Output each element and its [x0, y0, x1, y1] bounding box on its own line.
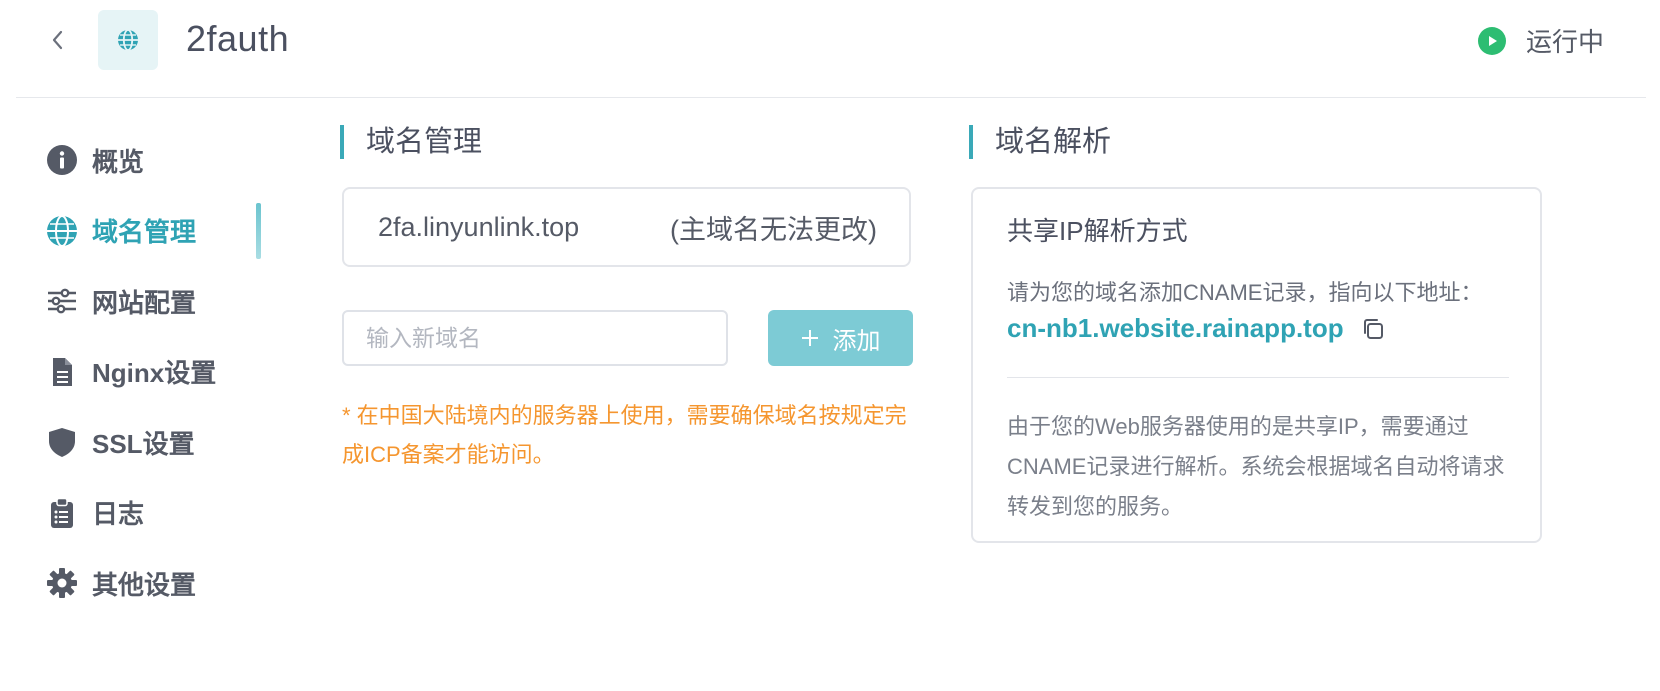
cname-row: cn-nb1.website.rainapp.top — [1007, 313, 1386, 344]
icp-warning: * 在中国大陆境内的服务器上使用，需要确保域名按规定完成ICP备案才能访问。 — [342, 403, 907, 467]
play-circle-icon — [1477, 26, 1506, 55]
primary-domain-card: 2fa.linyunlink.top (主域名无法更改) — [342, 187, 911, 267]
dns-card-title: 共享IP解析方式 — [1007, 216, 1188, 246]
add-button-label: 添加 — [832, 327, 881, 355]
sidebar-item-label: 域名管理 — [92, 217, 197, 247]
domain-management-title: 域名管理 — [340, 125, 482, 159]
primary-domain: 2fa.linyunlink.top — [378, 211, 580, 242]
dns-card: 共享IP解析方式 请为您的域名添加CNAME记录，指向以下地址： cn-nb1.… — [971, 187, 1542, 543]
shield-icon — [46, 426, 78, 458]
sidebar-item-label: 其他设置 — [92, 569, 197, 600]
app-title: 2fauth — [186, 18, 290, 59]
dns-instruction: 请为您的域名添加CNAME记录，指向以下地址： — [1007, 280, 1483, 305]
sidebar-item-label: 概览 — [92, 146, 145, 177]
clipboard-icon — [46, 497, 78, 529]
sidebar-item-label: SSL设置 — [92, 428, 195, 459]
app-header: 2fauth 运行中 — [16, 0, 1646, 98]
copy-button[interactable] — [1360, 316, 1386, 342]
sidebar: 概览 域名管理 网站配置 Nginx设置 SSL设置 日志 其他设置 — [46, 130, 261, 624]
sidebar-item-label: 日志 — [92, 499, 145, 529]
sidebar-item-ssl[interactable]: SSL设置 — [46, 412, 261, 472]
dns-description: 由于您的Web服务器使用的是共享IP，需要通过CNAME记录进行解析。系统会根据… — [1007, 414, 1505, 519]
globe-icon — [118, 29, 138, 51]
sidebar-item-site-config[interactable]: 网站配置 — [46, 271, 261, 331]
sidebar-item-other-settings[interactable]: 其他设置 — [46, 553, 261, 613]
info-icon — [46, 144, 78, 176]
sidebar-item-domain-management[interactable]: 域名管理 — [46, 201, 261, 261]
back-button[interactable] — [46, 28, 70, 52]
copy-icon — [1363, 318, 1383, 339]
sliders-icon — [46, 285, 78, 317]
sidebar-item-label: 网站配置 — [92, 287, 197, 318]
file-icon — [46, 356, 78, 388]
sidebar-item-nginx[interactable]: Nginx设置 — [46, 342, 261, 402]
gear-icon — [46, 567, 78, 599]
sidebar-item-overview[interactable]: 概览 — [46, 130, 261, 190]
primary-domain-note: (主域名无法更改) — [670, 214, 877, 245]
sidebar-item-label: Nginx设置 — [92, 358, 217, 388]
add-domain-button[interactable]: 添加 — [768, 310, 913, 366]
cname-target: cn-nb1.website.rainapp.top — [1007, 313, 1344, 343]
plus-icon — [801, 330, 818, 346]
app-icon — [98, 10, 158, 70]
divider — [1007, 377, 1509, 378]
globe-icon — [46, 214, 78, 247]
sidebar-item-logs[interactable]: 日志 — [46, 483, 261, 543]
chevron-left-icon — [52, 30, 63, 50]
new-domain-input[interactable] — [342, 310, 728, 366]
status-text: 运行中 — [1525, 27, 1604, 57]
dns-title: 域名解析 — [969, 125, 1111, 159]
status-indicator: 运行中 — [1477, 22, 1604, 59]
